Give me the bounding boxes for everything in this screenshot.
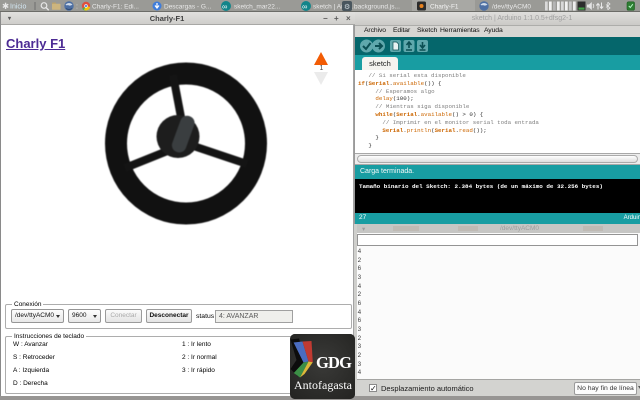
svg-text:✱: ✱ xyxy=(2,1,9,11)
svg-text:Inicio: Inicio xyxy=(10,4,26,11)
svg-text:Descargas - G...: Descargas - G... xyxy=(164,4,212,11)
svg-text:Charly-F1: Edi...: Charly-F1: Edi... xyxy=(92,4,139,11)
svg-text:∞: ∞ xyxy=(222,2,227,11)
svg-text:GDG: GDG xyxy=(316,353,352,372)
svg-text:⚙: ⚙ xyxy=(344,3,350,11)
svg-text:/dev/ttyACM0: /dev/ttyACM0 xyxy=(492,4,531,11)
svg-text:Antofagasta: Antofagasta xyxy=(294,378,353,392)
svg-text:background.js...: background.js... xyxy=(354,4,400,11)
svg-text::: : xyxy=(76,4,78,11)
svg-text:∞: ∞ xyxy=(302,2,307,11)
svg-text:sketch_mar22...: sketch_mar22... xyxy=(234,4,280,11)
svg-text:Charly-F1: Charly-F1 xyxy=(430,4,459,11)
